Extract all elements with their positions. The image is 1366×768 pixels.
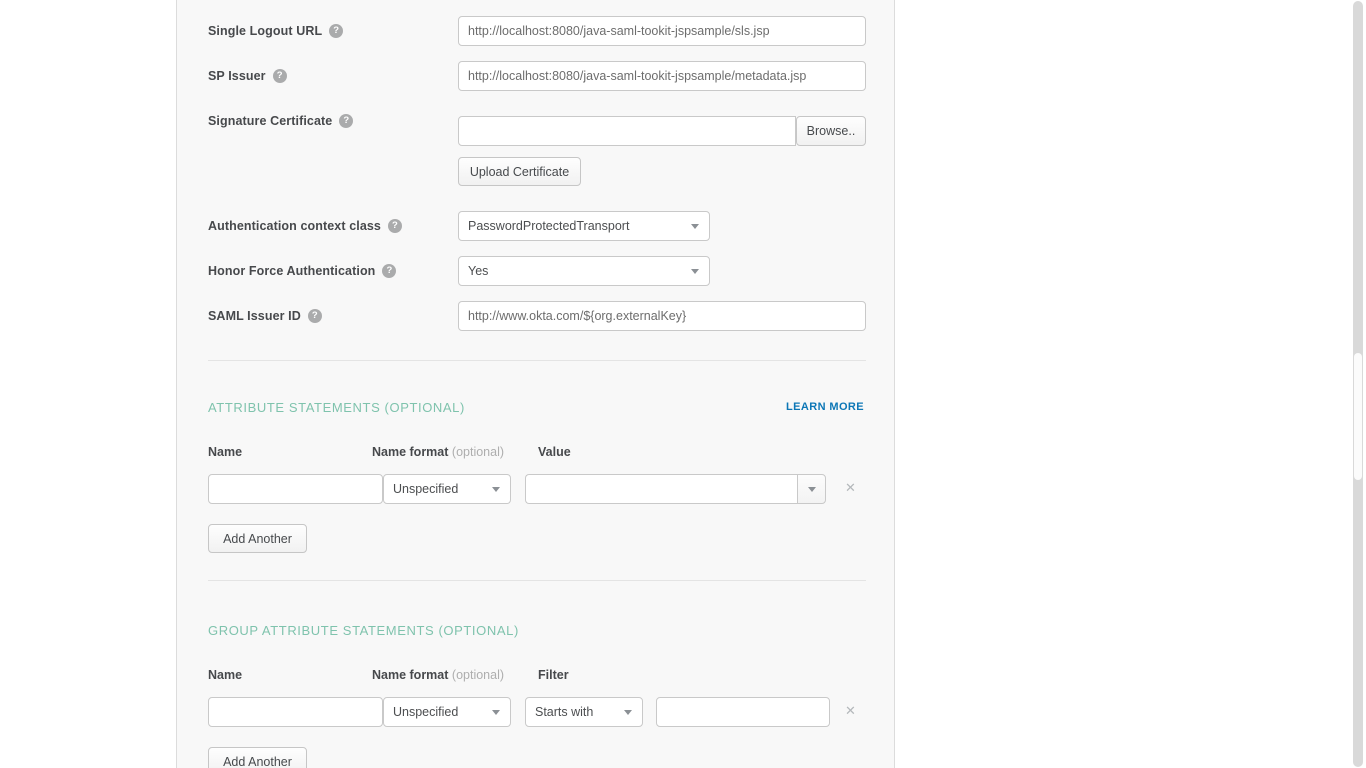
attr-value-input[interactable]	[525, 474, 797, 504]
group-name-format-column-header: Name format (optional)	[372, 668, 504, 682]
honor-force-authentication-label: Honor Force Authentication ?	[208, 256, 397, 286]
group-name-format-optional-note: (optional)	[451, 668, 505, 682]
saml-settings-page: Single Logout URL ? SP Issuer ? Signatur…	[0, 0, 1366, 768]
authentication-context-class-value: PasswordProtectedTransport	[468, 219, 630, 233]
signature-certificate-label-text: Signature Certificate	[208, 114, 333, 128]
upload-certificate-button[interactable]: Upload Certificate	[458, 157, 581, 186]
attr-name-format-column-header: Name format (optional)	[372, 445, 504, 459]
group-name-format-select[interactable]: Unspecified	[383, 697, 511, 727]
attr-value-combobox	[525, 474, 826, 504]
single-logout-url-label: Single Logout URL ?	[208, 16, 344, 46]
sp-issuer-label-text: SP Issuer	[208, 69, 266, 83]
group-filter-column-header: Filter	[538, 668, 569, 682]
single-logout-url-input[interactable]	[458, 16, 866, 46]
group-filter-column-label: Filter	[538, 668, 569, 682]
saml-issuer-id-input[interactable]	[458, 301, 866, 331]
attr-name-format-value: Unspecified	[393, 482, 459, 496]
chevron-down-icon	[624, 709, 632, 715]
scrollbar-thumb[interactable]	[1354, 353, 1362, 480]
remove-attr-row-icon[interactable]: ✕	[845, 481, 856, 494]
attr-add-another-button[interactable]: Add Another	[208, 524, 307, 553]
saml-issuer-id-label: SAML Issuer ID ?	[208, 301, 322, 331]
authentication-context-class-label: Authentication context class ?	[208, 211, 402, 241]
group-name-format-column-label: Name format	[372, 668, 449, 682]
honor-force-authentication-select[interactable]: Yes	[458, 256, 710, 286]
group-name-input[interactable]	[208, 697, 383, 727]
attr-name-format-column-label: Name format	[372, 445, 449, 459]
group-filter-type-value: Starts with	[535, 705, 594, 719]
signature-certificate-file-input[interactable]	[458, 116, 796, 146]
attr-name-format-optional-note: (optional)	[451, 445, 505, 459]
chevron-down-icon	[492, 709, 500, 715]
group-name-format-value: Unspecified	[393, 705, 459, 719]
authentication-context-class-select[interactable]: PasswordProtectedTransport	[458, 211, 710, 241]
honor-force-authentication-value: Yes	[468, 264, 489, 278]
chevron-down-icon	[691, 223, 699, 229]
sp-issuer-label: SP Issuer ?	[208, 61, 287, 91]
chevron-down-icon	[691, 268, 699, 274]
attr-value-column-label: Value	[538, 445, 571, 459]
single-logout-url-label-text: Single Logout URL	[208, 24, 323, 38]
sp-issuer-input[interactable]	[458, 61, 866, 91]
attr-name-input[interactable]	[208, 474, 383, 504]
section-divider	[208, 360, 866, 361]
remove-group-row-icon[interactable]: ✕	[845, 704, 856, 717]
attr-value-column-header: Value	[538, 445, 571, 459]
section-divider	[208, 580, 866, 581]
honor-force-authentication-label-text: Honor Force Authentication	[208, 264, 376, 278]
attr-name-format-select[interactable]: Unspecified	[383, 474, 511, 504]
group-name-column-header: Name	[208, 668, 242, 682]
chevron-down-icon	[807, 486, 816, 492]
signature-certificate-label: Signature Certificate ?	[208, 106, 354, 136]
help-icon[interactable]: ?	[329, 24, 344, 38]
group-filter-type-select[interactable]: Starts with	[525, 697, 643, 727]
learn-more-link[interactable]: LEARN MORE	[786, 401, 864, 413]
group-name-column-label: Name	[208, 668, 243, 682]
authentication-context-class-label-text: Authentication context class	[208, 219, 381, 233]
attribute-statements-heading: ATTRIBUTE STATEMENTS (OPTIONAL)	[208, 400, 465, 415]
chevron-down-icon	[492, 486, 500, 492]
help-icon[interactable]: ?	[387, 219, 402, 233]
attr-name-column-header: Name	[208, 445, 242, 459]
scrollbar-track[interactable]	[1353, 1, 1363, 767]
help-icon[interactable]: ?	[382, 264, 397, 278]
help-icon[interactable]: ?	[272, 69, 287, 83]
group-filter-value-input[interactable]	[656, 697, 830, 727]
group-attribute-statements-heading: GROUP ATTRIBUTE STATEMENTS (OPTIONAL)	[208, 623, 519, 638]
attr-value-dropdown-button[interactable]	[797, 474, 826, 504]
saml-issuer-id-label-text: SAML Issuer ID	[208, 309, 301, 323]
browse-button[interactable]: Browse..	[796, 116, 866, 146]
group-add-another-button[interactable]: Add Another	[208, 747, 307, 768]
help-icon[interactable]: ?	[339, 114, 354, 128]
saml-settings-card: Single Logout URL ? SP Issuer ? Signatur…	[176, 0, 895, 768]
help-icon[interactable]: ?	[307, 309, 322, 323]
attr-name-column-label: Name	[208, 445, 243, 459]
